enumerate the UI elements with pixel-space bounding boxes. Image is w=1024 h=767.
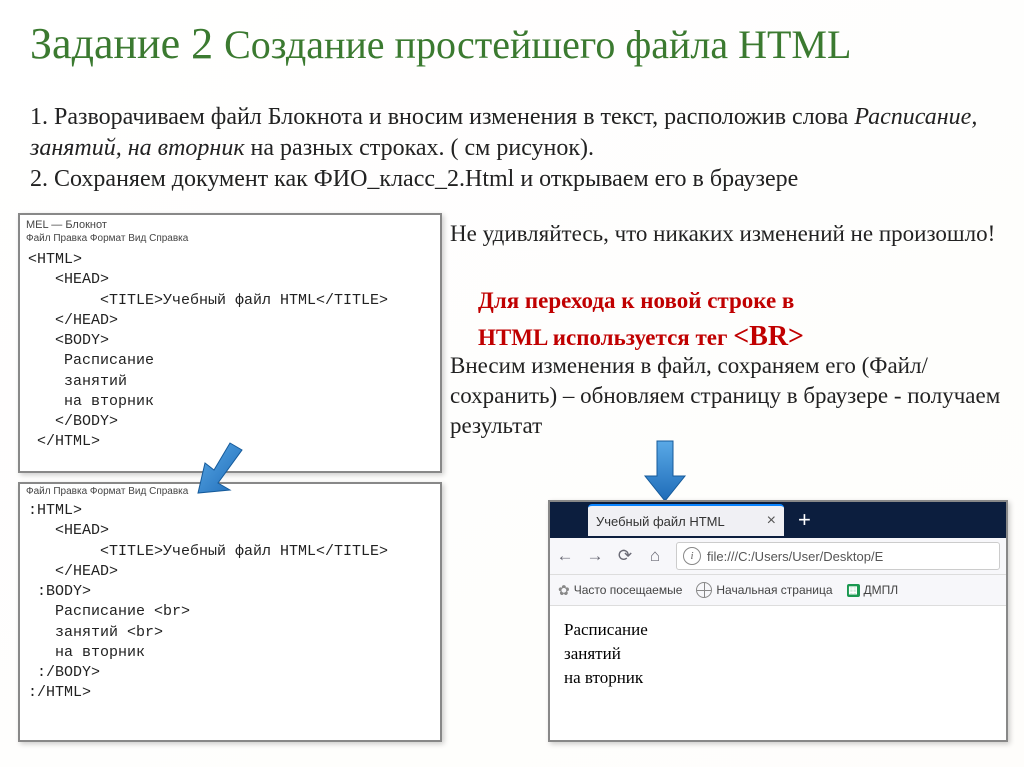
url-bar[interactable]: i file:///C:/Users/User/Desktop/E — [676, 542, 1000, 570]
back-icon[interactable]: ← — [556, 547, 574, 565]
square-icon: ▦ — [847, 584, 860, 597]
url-text: file:///C:/Users/User/Desktop/E — [707, 549, 883, 564]
arrow-down-icon — [640, 436, 690, 506]
notepad-window-1: MEL — Блокнот Файл Правка Формат Вид Спр… — [18, 213, 442, 473]
notepad-window-2: Файл Правка Формат Вид Справка :HTML> <H… — [18, 482, 442, 742]
browser-tab[interactable]: Учебный файл HTML × — [588, 504, 784, 536]
info-icon[interactable]: i — [683, 547, 701, 565]
title-prefix: Задание 2 — [30, 19, 224, 68]
bookmark-dmpl-label: ДМПЛ — [864, 583, 899, 597]
content-line-1: Расписание — [564, 618, 992, 642]
side2-line2: HTML используется тег — [478, 325, 733, 350]
browser-tabbar: Учебный файл HTML × + — [550, 502, 1006, 538]
content-line-3: на вторник — [564, 666, 992, 690]
slide-title: Задание 2 Создание простейшего файла HTM… — [30, 18, 851, 69]
bookmark-frequent-label: Часто посещаемые — [574, 583, 683, 597]
bookmark-startpage-label: Начальная страница — [716, 583, 832, 597]
side-text-br-tag: Для перехода к новой строке в HTML испол… — [478, 284, 1018, 358]
globe-icon — [696, 582, 712, 598]
slide: Задание 2 Создание простейшего файла HTM… — [0, 0, 1024, 767]
forward-icon[interactable]: → — [586, 547, 604, 565]
side-text-result: Внесим изменения в файл, сохраняем его (… — [450, 351, 1010, 441]
side-text-no-changes: Не удивляйтесь, что никаких изменений не… — [450, 219, 1010, 249]
tab-title: Учебный файл HTML — [596, 514, 725, 529]
notepad1-titlebar: MEL — Блокнот — [20, 215, 440, 231]
browser-toolbar: ← → ⟳ ⌂ i file:///C:/Users/User/Desktop/… — [550, 538, 1006, 575]
notepad1-body: <HTML> <HEAD> <TITLE>Учебный файл HTML</… — [20, 246, 440, 457]
content-line-2: занятий — [564, 642, 992, 666]
title-main: Создание простейшего файла HTML — [224, 22, 851, 67]
browser-window: Учебный файл HTML × + ← → ⟳ ⌂ i file:///… — [548, 500, 1008, 742]
bookmark-startpage[interactable]: Начальная страница — [696, 582, 832, 598]
notepad2-body: :HTML> <HEAD> <TITLE>Учебный файл HTML</… — [20, 499, 440, 706]
browser-content: Расписание занятий на вторник — [550, 606, 1006, 701]
home-icon[interactable]: ⌂ — [646, 547, 664, 565]
bookmarks-bar: ✿ Часто посещаемые Начальная страница ▦ ДМ… — [550, 575, 1006, 606]
new-tab-icon[interactable]: + — [798, 507, 811, 533]
gear-icon: ✿ — [558, 582, 570, 599]
tab-close-icon[interactable]: × — [757, 512, 776, 530]
arrow-down-left-icon — [190, 438, 250, 498]
notepad1-menu: Файл Правка Формат Вид Справка — [20, 231, 440, 246]
instructions-text: 1. Разворачиваем файл Блокнота и вносим … — [30, 102, 990, 196]
reload-icon[interactable]: ⟳ — [616, 547, 634, 565]
br-tag-highlight: <BR> — [733, 321, 804, 352]
bookmark-frequent[interactable]: ✿ Часто посещаемые — [558, 582, 682, 599]
bookmark-dmpl[interactable]: ▦ ДМПЛ — [847, 583, 899, 597]
side2-line1: Для перехода к новой строке в — [478, 288, 794, 313]
